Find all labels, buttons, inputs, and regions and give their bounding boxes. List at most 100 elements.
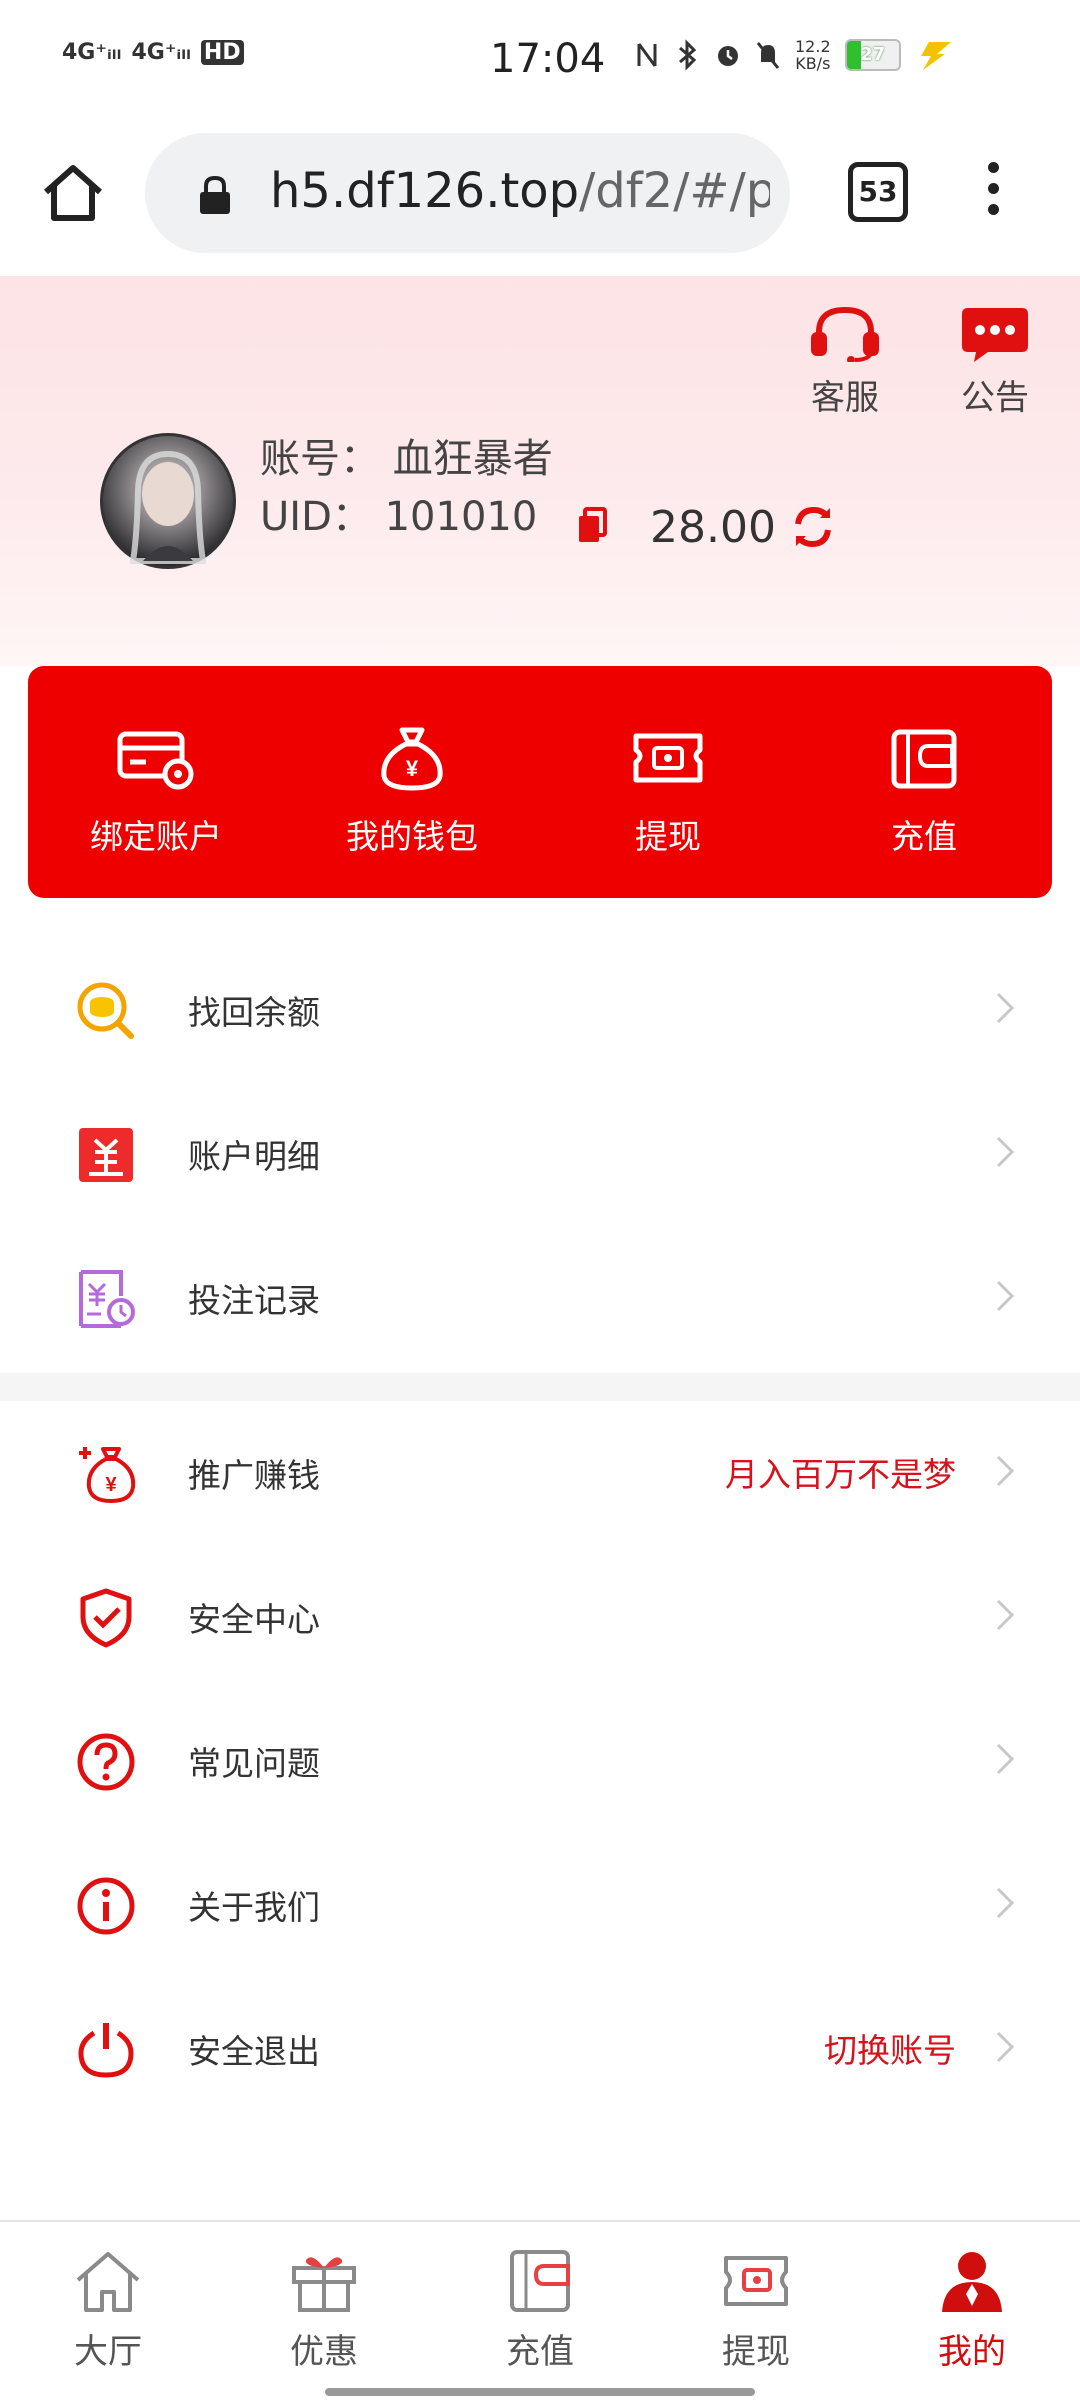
menu-label: 推广赚钱 [188,1456,320,1495]
menu-item-about-us[interactable]: 关于我们 [0,1833,1080,1977]
chevron-right-icon [996,1136,1015,1168]
chevron-right-icon [996,1887,1015,1919]
nav-label: 提现 [722,2332,790,2372]
nav-withdraw[interactable]: 提现 [648,2222,864,2402]
signal-indicators: 4G⁺ᵢₗₗ 4G⁺ᵢₗₗ HD [62,40,244,65]
menu-label: 找回余额 [188,993,320,1032]
menu-label: 投注记录 [188,1281,320,1320]
coin-search-icon [77,982,134,1039]
withdraw-ticket-icon [724,2256,788,2306]
profile-header: 客服 公告 账号： 血狂暴者 UID： 101010 28.00 [0,276,1080,666]
withdraw-ticket-icon [633,733,703,783]
account-detail-icon [79,1128,133,1182]
nav-label: 我的 [938,2332,1006,2372]
switch-account-link[interactable]: 切换账号 [824,2024,956,2072]
menu-item-promotion[interactable]: ¥ 推广赚钱 月入百万不是梦 [0,1401,1080,1545]
copy-icon[interactable] [575,506,609,546]
menu-item-faq[interactable]: 常见问题 [0,1689,1080,1833]
clock: 17:04 [490,36,606,82]
menu-item-bet-record[interactable]: 投注记录 [0,1226,1080,1370]
sim1-signal: 4G⁺ᵢₗₗ [62,40,122,65]
withdraw-label: 提现 [635,817,701,856]
url-host: h5.df126.top [270,163,580,219]
wallet-icon [891,729,957,789]
gesture-bar[interactable] [325,2388,755,2396]
nav-label: 优惠 [290,2332,358,2372]
customer-service-button[interactable]: 客服 [800,306,890,419]
refresh-icon[interactable] [790,504,836,550]
sim2-signal: 4G⁺ᵢₗₗ [131,40,191,65]
message-bubble-icon [962,308,1028,362]
nav-lobby[interactable]: 大厅 [0,2222,216,2402]
section-divider [0,1373,1080,1401]
nav-recharge[interactable]: 充值 [432,2222,648,2402]
nfc-icon [637,43,657,67]
bet-record-icon [79,1270,135,1328]
bind-card-icon [117,731,194,790]
hd-badge: HD [200,40,244,65]
uid-label: UID： [260,494,372,540]
my-wallet-button[interactable]: ¥ 我的钱包 [284,666,540,898]
menu-label: 安全退出 [188,2032,320,2071]
menu-label: 关于我们 [188,1888,320,1927]
nav-label: 大厅 [74,2332,142,2372]
promo-money-icon: ¥ [79,1447,136,1504]
notice-button[interactable]: 公告 [950,306,1040,419]
bluetooth-icon [679,39,697,71]
browser-toolbar: h5.df126.top/df2/#/pa 53 [0,120,1080,276]
alarm-icon [718,46,738,66]
menu-group-more: ¥ 推广赚钱 月入百万不是梦 安全中心 常见问题 关于我们 安全退出 切换账号 [0,1401,1080,2121]
menu-item-account-detail[interactable]: 账户明细 [0,1082,1080,1226]
avatar-image [129,450,207,564]
avatar[interactable] [100,433,236,569]
menu-group-wallet: 找回余额 账户明细 投注记录 [0,938,1080,1370]
network-speed: 12.2 KB/s [795,37,831,73]
battery-indicator: 27 [844,39,901,71]
mute-bell-icon [756,42,780,69]
tab-switcher-button[interactable]: 53 [848,162,908,222]
menu-item-logout[interactable]: 安全退出 切换账号 [0,1977,1080,2121]
my-wallet-label: 我的钱包 [346,817,478,856]
bind-account-label: 绑定账户 [90,817,222,856]
headset-icon [811,306,879,364]
balance-amount: 28.00 [650,502,776,553]
chevron-right-icon [996,2031,1015,2063]
chevron-right-icon [996,1280,1015,1312]
question-icon [77,1733,135,1791]
address-bar[interactable]: h5.df126.top/df2/#/pa [145,133,790,253]
bind-account-button[interactable]: 绑定账户 [28,666,284,898]
nav-promotions[interactable]: 优惠 [216,2222,432,2402]
lock-icon [200,175,230,214]
url-text[interactable]: h5.df126.top/df2/#/pa [270,163,770,219]
promotion-slogan: 月入百万不是梦 [725,1455,956,1494]
charging-bolt-icon [920,42,951,70]
menu-label: 常见问题 [188,1744,320,1783]
user-icon [942,2252,1002,2312]
nav-mine[interactable]: 我的 [864,2222,1080,2402]
wallet-icon [510,2250,570,2312]
bottom-navigation: 大厅 优惠 充值 提现 我的 [0,2220,1080,2402]
withdraw-button[interactable]: 提现 [540,666,796,898]
uid-value: 101010 [384,494,538,540]
gift-icon [292,2257,356,2312]
menu-label: 账户明细 [188,1137,320,1176]
money-bag-icon: ¥ [381,727,443,791]
menu-item-recover-balance[interactable]: 找回余额 [0,938,1080,1082]
quick-actions-panel: 绑定账户 ¥ 我的钱包 提现 充值 [28,666,1052,898]
account-line: 账号： 血狂暴者 [260,426,553,484]
house-icon [76,2252,140,2312]
menu-label: 安全中心 [188,1600,320,1639]
menu-item-security-center[interactable]: 安全中心 [0,1545,1080,1689]
customer-service-label: 客服 [811,378,879,418]
chevron-right-icon [996,992,1015,1024]
power-icon [78,2023,134,2078]
recharge-button[interactable]: 充值 [796,666,1052,898]
status-bar: 4G⁺ᵢₗₗ 4G⁺ᵢₗₗ HD 17:04 12.2 KB/s 27 [0,0,1080,120]
notice-label: 公告 [961,378,1029,418]
uid-line: UID： 101010 [260,484,537,542]
system-icons: 12.2 KB/s 27 [635,38,955,72]
shield-icon [80,1588,132,1648]
browser-menu-icon[interactable] [985,162,1001,222]
browser-home-icon[interactable] [40,160,106,226]
chevron-right-icon [996,1743,1015,1775]
